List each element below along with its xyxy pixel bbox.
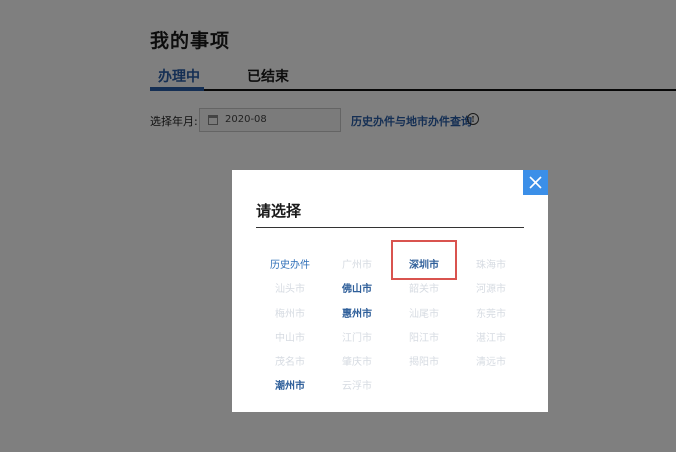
city-option: 揭阳市	[409, 357, 439, 368]
city-option: 阳江市	[409, 333, 439, 344]
city-select-modal: 请选择 历史办件 广州市 深圳市 珠海市 汕头市 佛山市 韶关市 河源市 梅州市 惠州市 汕尾市 东莞…	[232, 170, 548, 412]
city-option[interactable]: 潮州市	[257, 380, 323, 394]
close-icon	[529, 176, 542, 189]
city-option[interactable]: 惠州市	[324, 308, 390, 322]
city-option: 东莞市	[476, 309, 506, 320]
city-option[interactable]: 佛山市	[324, 283, 390, 297]
city-option: 韶关市	[409, 284, 439, 295]
city-option: 茂名市	[275, 357, 305, 368]
city-option: 汕头市	[275, 284, 305, 295]
city-option: 广州市	[342, 260, 372, 271]
city-option: 河源市	[476, 284, 506, 295]
selection-highlight-box	[391, 240, 457, 280]
city-option: 汕尾市	[409, 309, 439, 320]
city-option: 清远市	[476, 357, 506, 368]
city-option: 湛江市	[476, 333, 506, 344]
modal-title: 请选择	[256, 202, 302, 220]
modal-close-button[interactable]	[523, 170, 548, 195]
city-option: 江门市	[342, 333, 372, 344]
city-option[interactable]: 历史办件	[257, 259, 323, 273]
city-option: 珠海市	[476, 260, 506, 271]
city-option: 梅州市	[275, 309, 305, 320]
modal-title-divider	[256, 227, 524, 228]
city-option: 肇庆市	[342, 357, 372, 368]
city-option: 云浮市	[342, 381, 372, 392]
city-option: 中山市	[275, 333, 305, 344]
